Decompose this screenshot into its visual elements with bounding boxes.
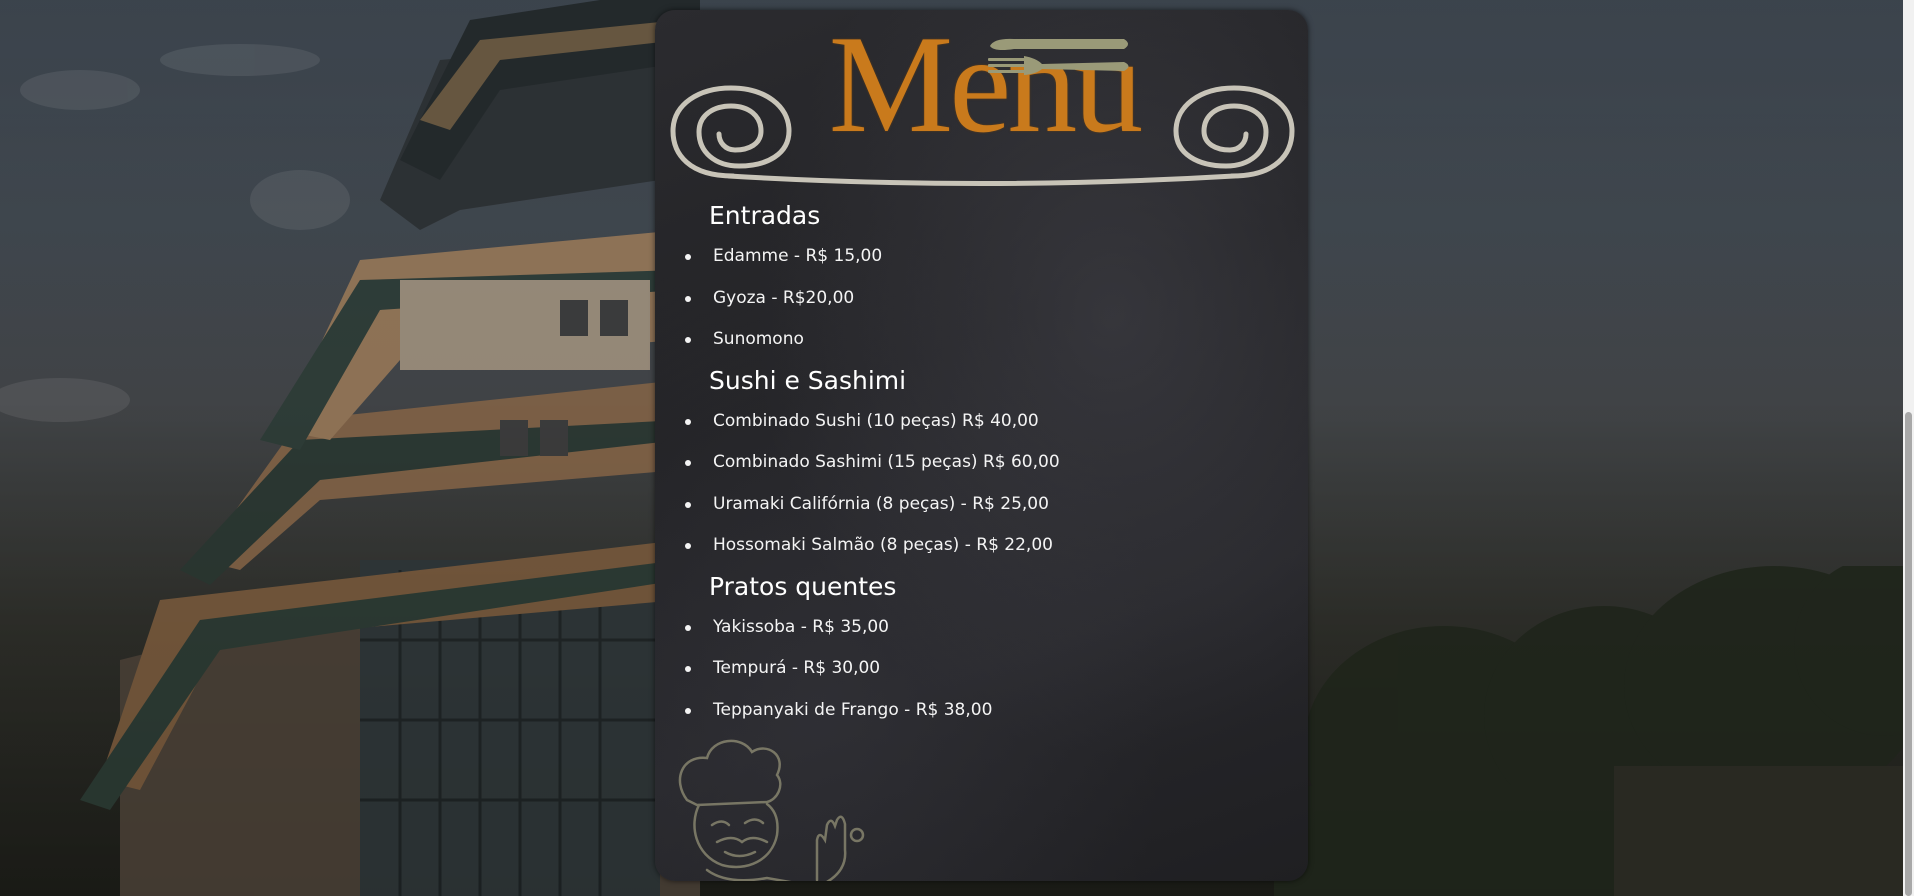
list-item: Gyoza - R$20,00 [685,278,1285,320]
list-item: Tempurá - R$ 30,00 [685,648,1285,690]
list-item: Uramaki Califórnia (8 peças) - R$ 25,00 [685,484,1285,526]
menu-board: Menu Entradas Edamme - R$ 15,00 Gyoza - … [655,10,1308,881]
castle-background-image [0,0,700,896]
list-item: Yakissoba - R$ 35,00 [685,607,1285,649]
swirl-right-icon [1173,85,1295,179]
list-item: Hossomaki Salmão (8 peças) - R$ 22,00 [685,525,1285,567]
item-list-entradas: Edamme - R$ 15,00 Gyoza - R$20,00 Sunomo… [685,236,1285,361]
swirl-left-icon [670,85,792,179]
menu-header: Menu [669,10,1295,186]
trees-background-image [1274,566,1914,896]
scrollbar-thumb[interactable] [1905,412,1912,896]
item-list-pratos-quentes: Yakissoba - R$ 35,00 Tempurá - R$ 30,00 … [685,607,1285,732]
menu-content: Entradas Edamme - R$ 15,00 Gyoza - R$20,… [685,200,1285,735]
list-item: Sunomono [685,319,1285,361]
cutlery-icon [988,38,1129,75]
section-title-pratos-quentes: Pratos quentes [709,571,897,601]
page-scrollbar[interactable] [1903,0,1914,896]
list-item: Edamme - R$ 15,00 [685,236,1285,278]
section-title-sushi-sashimi: Sushi e Sashimi [709,365,907,395]
item-list-sushi-sashimi: Combinado Sushi (10 peças) R$ 40,00 Comb… [685,401,1285,567]
list-item: Combinado Sashimi (15 peças) R$ 60,00 [685,442,1285,484]
list-item: Combinado Sushi (10 peças) R$ 40,00 [685,401,1285,443]
section-title-entradas: Entradas [709,201,821,230]
page-background: Menu Entradas Edamme - R$ 15,00 Gyoza - … [0,0,1914,896]
chef-illustration [678,739,865,881]
list-item: Teppanyaki de Frango - R$ 38,00 [685,690,1285,732]
